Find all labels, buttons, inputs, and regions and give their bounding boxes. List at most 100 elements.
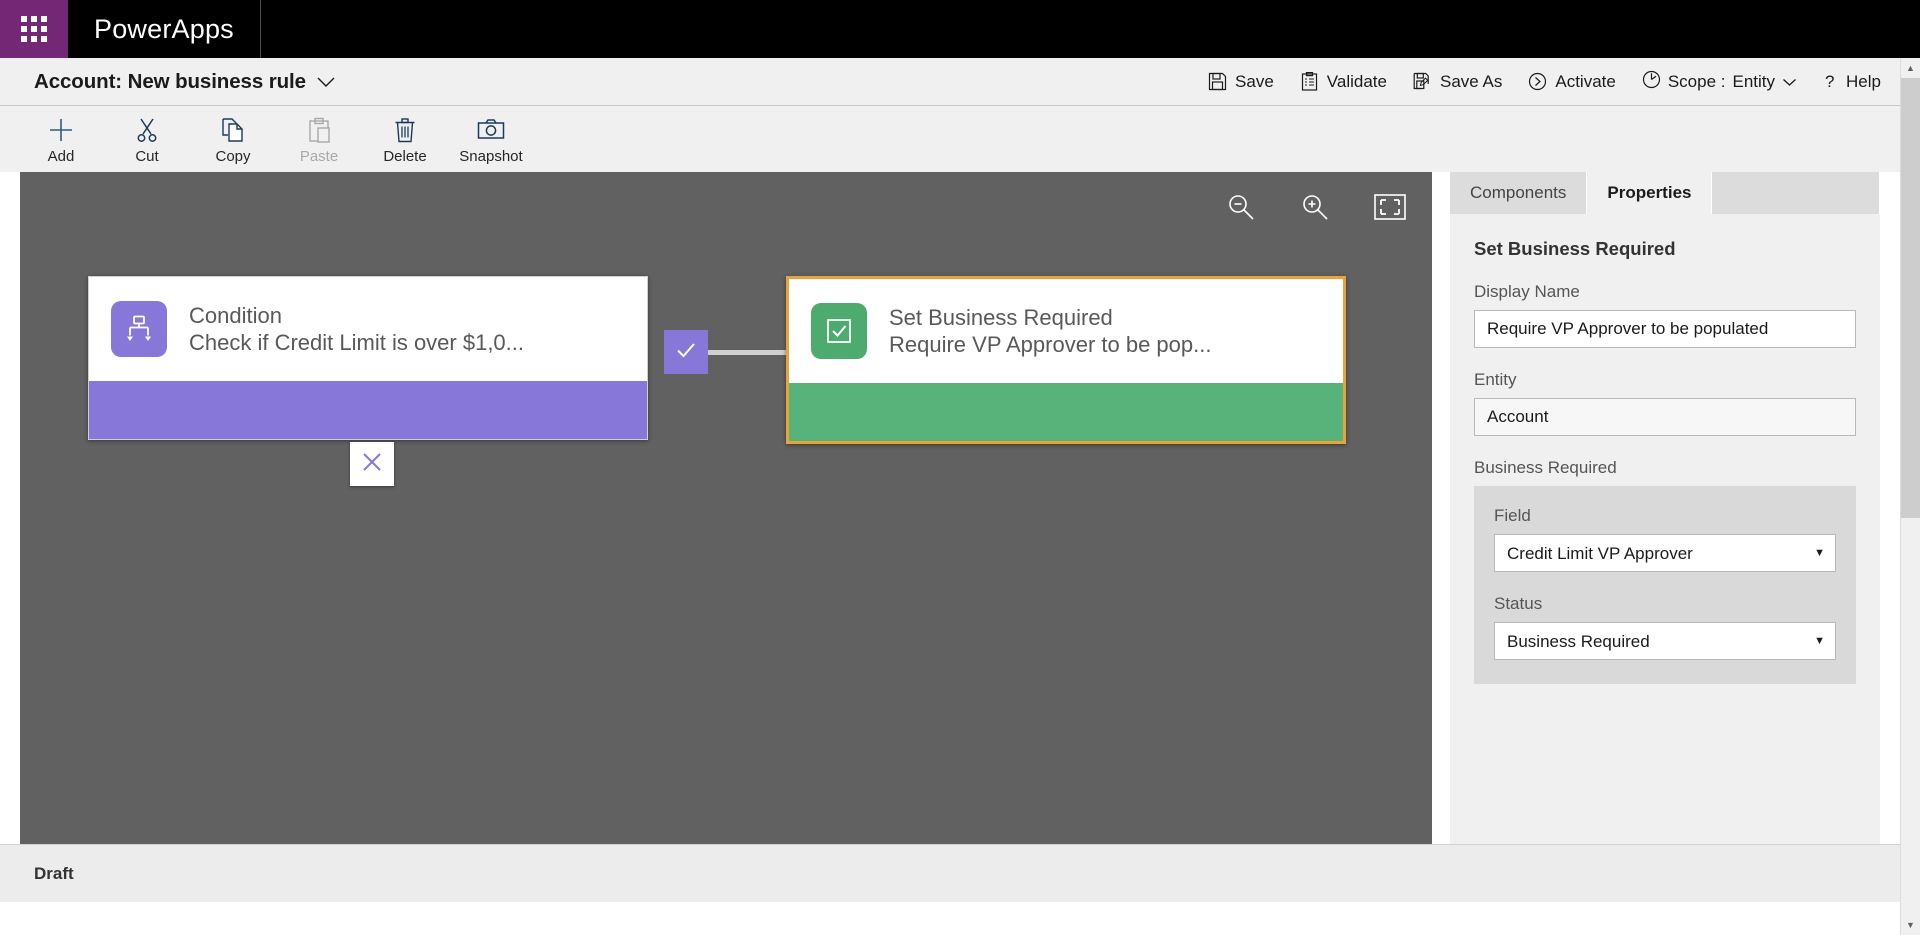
app-launcher-button[interactable] bbox=[0, 0, 68, 58]
field-select[interactable]: Credit Limit VP ApproverCredit LimitAcco… bbox=[1494, 534, 1836, 572]
status-label: Status bbox=[1494, 594, 1543, 613]
branch-true[interactable] bbox=[664, 330, 708, 374]
chevron-down-icon bbox=[1782, 72, 1797, 92]
scroll-thumb[interactable] bbox=[1901, 78, 1920, 518]
brand-powerapps[interactable]: PowerApps bbox=[68, 0, 261, 58]
field-label: Field bbox=[1494, 506, 1531, 525]
delete-button[interactable]: Delete bbox=[362, 112, 448, 165]
node-action-title: Set Business Required bbox=[889, 304, 1113, 330]
node-condition-header: Condition Check if Credit Limit is over … bbox=[89, 277, 647, 381]
command-bar-actions: Save Validate Save As Activate Scope : E… bbox=[1195, 58, 1920, 105]
ribbon-toolbar: Add Cut Copy Paste Delete Snapshot bbox=[0, 106, 1920, 172]
scroll-up-arrow[interactable]: ▲ bbox=[1901, 58, 1920, 78]
waffle-icon bbox=[21, 16, 47, 42]
plus-icon bbox=[48, 116, 74, 144]
help-label: Help bbox=[1846, 71, 1881, 91]
status-select-wrap: Business RequiredBusiness RecommendedOpt… bbox=[1494, 622, 1836, 660]
trash-icon bbox=[392, 116, 418, 144]
scroll-down-arrow[interactable]: ▼ bbox=[1901, 915, 1920, 935]
help-button[interactable]: ? Help bbox=[1810, 58, 1894, 105]
business-required-section: Field Credit Limit VP ApproverCredit Lim… bbox=[1474, 486, 1856, 684]
clipboard-icon bbox=[306, 116, 332, 144]
status-select[interactable]: Business RequiredBusiness RecommendedOpt… bbox=[1494, 622, 1836, 660]
field-select-wrap: Credit Limit VP ApproverCredit LimitAcco… bbox=[1494, 534, 1836, 572]
scope-label: Scope : bbox=[1667, 71, 1726, 91]
copy-label: Copy bbox=[215, 148, 251, 165]
right-panel: Components Properties Set Business Requi… bbox=[1450, 172, 1880, 844]
properties-body: Set Business Required Display Name Entit… bbox=[1450, 214, 1880, 844]
fit-to-screen-icon[interactable] bbox=[1374, 194, 1406, 225]
command-bar: Account: New business rule Save Validate… bbox=[0, 58, 1920, 106]
scope-selector[interactable]: Scope : Entity bbox=[1629, 58, 1810, 105]
save-as-label: Save As bbox=[1439, 71, 1503, 91]
page-scrollbar[interactable]: ▲ ▼ bbox=[1900, 58, 1920, 935]
snapshot-label: Snapshot bbox=[459, 148, 523, 165]
suite-bar: PowerApps bbox=[0, 0, 1920, 58]
status-bar: Draft bbox=[0, 844, 1920, 902]
check-icon bbox=[674, 338, 698, 367]
display-name-label: Display Name bbox=[1474, 282, 1580, 301]
cut-label: Cut bbox=[135, 148, 159, 165]
node-condition[interactable]: Condition Check if Credit Limit is over … bbox=[88, 276, 648, 440]
paste-button[interactable]: Paste bbox=[276, 112, 362, 165]
scissors-icon bbox=[134, 116, 160, 144]
condition-branch-icon bbox=[111, 301, 167, 357]
validate-button[interactable]: Validate bbox=[1287, 58, 1400, 105]
node-condition-text: Condition Check if Credit Limit is over … bbox=[189, 302, 524, 357]
save-button[interactable]: Save bbox=[1195, 58, 1287, 105]
main-area: Condition Check if Credit Limit is over … bbox=[0, 172, 1920, 844]
save-label: Save bbox=[1235, 71, 1274, 91]
save-as-icon bbox=[1413, 72, 1432, 91]
connector-true bbox=[708, 350, 786, 355]
properties-heading: Set Business Required bbox=[1474, 238, 1676, 259]
close-icon bbox=[361, 451, 383, 478]
node-action-band bbox=[789, 383, 1343, 441]
node-action-header: Set Business Required Require VP Approve… bbox=[789, 279, 1343, 383]
display-name-input[interactable] bbox=[1474, 310, 1856, 348]
scope-value[interactable]: Entity bbox=[1733, 72, 1798, 92]
svg-text:?: ? bbox=[1825, 72, 1834, 91]
page-title[interactable]: Account: New business rule bbox=[34, 70, 336, 94]
copy-icon bbox=[220, 116, 246, 144]
checkbox-icon bbox=[811, 303, 867, 359]
save-as-button[interactable]: Save As bbox=[1400, 58, 1515, 105]
rule-canvas[interactable]: Condition Check if Credit Limit is over … bbox=[20, 172, 1432, 844]
entity-input bbox=[1474, 398, 1856, 436]
panel-tabs: Components Properties bbox=[1450, 172, 1880, 214]
add-label: Add bbox=[47, 148, 75, 165]
node-condition-title: Condition bbox=[189, 302, 282, 328]
node-action-text: Set Business Required Require VP Approve… bbox=[889, 304, 1211, 359]
activate-label: Activate bbox=[1555, 71, 1616, 91]
snapshot-button[interactable]: Snapshot bbox=[448, 112, 534, 165]
zoom-in-icon[interactable] bbox=[1300, 192, 1330, 227]
tab-properties[interactable]: Properties bbox=[1587, 172, 1713, 214]
scope-value-text: Entity bbox=[1732, 71, 1776, 91]
add-button[interactable]: Add bbox=[18, 112, 104, 165]
tab-filler bbox=[1712, 172, 1880, 214]
cut-button[interactable]: Cut bbox=[104, 112, 190, 165]
entity-label: Entity bbox=[1474, 370, 1517, 389]
save-icon bbox=[1208, 72, 1227, 91]
business-required-label: Business Required bbox=[1474, 458, 1617, 477]
canvas-zoom-tools bbox=[1226, 192, 1406, 227]
validate-label: Validate bbox=[1326, 71, 1387, 91]
branch-false[interactable] bbox=[350, 442, 394, 486]
copy-button[interactable]: Copy bbox=[190, 112, 276, 165]
activate-button[interactable]: Activate bbox=[1515, 58, 1628, 105]
node-condition-subtitle: Check if Credit Limit is over $1,0... bbox=[189, 330, 525, 355]
question-icon: ? bbox=[1823, 72, 1838, 91]
status-state: Draft bbox=[34, 863, 74, 883]
node-action-subtitle: Require VP Approver to be pop... bbox=[889, 332, 1212, 357]
validate-icon bbox=[1300, 72, 1319, 91]
scope-clock-icon bbox=[1642, 70, 1661, 94]
tab-components[interactable]: Components bbox=[1450, 172, 1588, 214]
page-title-text: Account: New business rule bbox=[34, 69, 306, 93]
paste-label: Paste bbox=[299, 148, 339, 165]
activate-icon bbox=[1528, 72, 1547, 91]
chevron-down-icon[interactable] bbox=[316, 70, 336, 94]
zoom-out-icon[interactable] bbox=[1226, 192, 1256, 227]
node-condition-band bbox=[89, 381, 647, 439]
delete-label: Delete bbox=[383, 148, 427, 165]
node-set-business-required[interactable]: Set Business Required Require VP Approve… bbox=[786, 276, 1346, 444]
camera-icon bbox=[477, 116, 505, 144]
